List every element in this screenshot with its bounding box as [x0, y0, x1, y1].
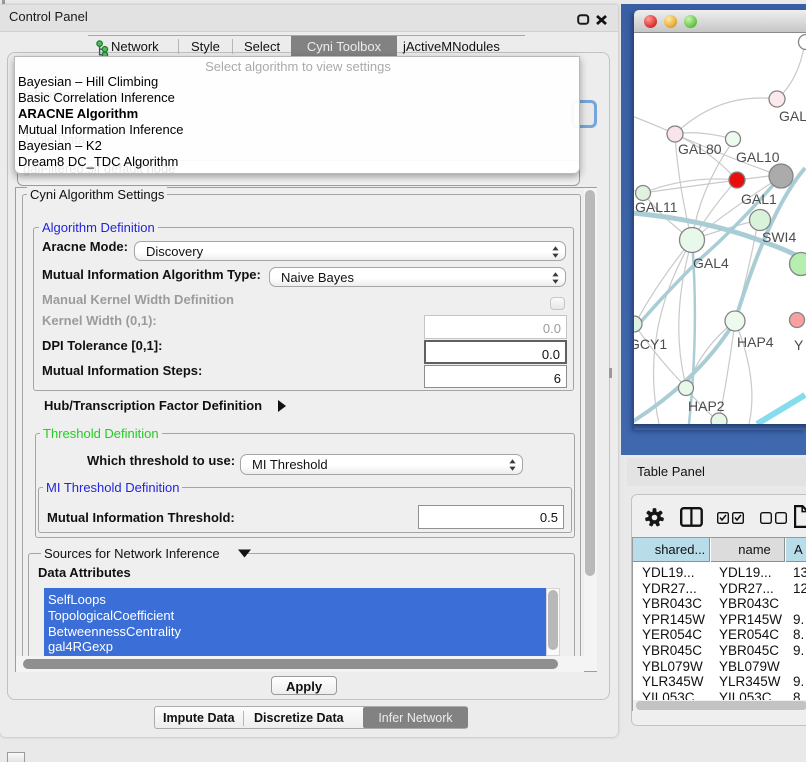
- svg-text:GAL11: GAL11: [635, 199, 678, 215]
- svg-text:HAP4: HAP4: [737, 334, 774, 350]
- svg-text:SWI4: SWI4: [762, 229, 796, 245]
- svg-text:HAP2: HAP2: [688, 398, 725, 414]
- svg-text:GAL1: GAL1: [741, 191, 777, 207]
- svg-text:Y: Y: [794, 337, 804, 353]
- svg-text:GAL7: GAL7: [779, 108, 806, 124]
- svg-text:GAL80: GAL80: [678, 141, 722, 157]
- svg-text:GAL4: GAL4: [693, 255, 729, 271]
- svg-text:GAL10: GAL10: [736, 149, 780, 165]
- svg-text:GCY1: GCY1: [634, 336, 667, 352]
